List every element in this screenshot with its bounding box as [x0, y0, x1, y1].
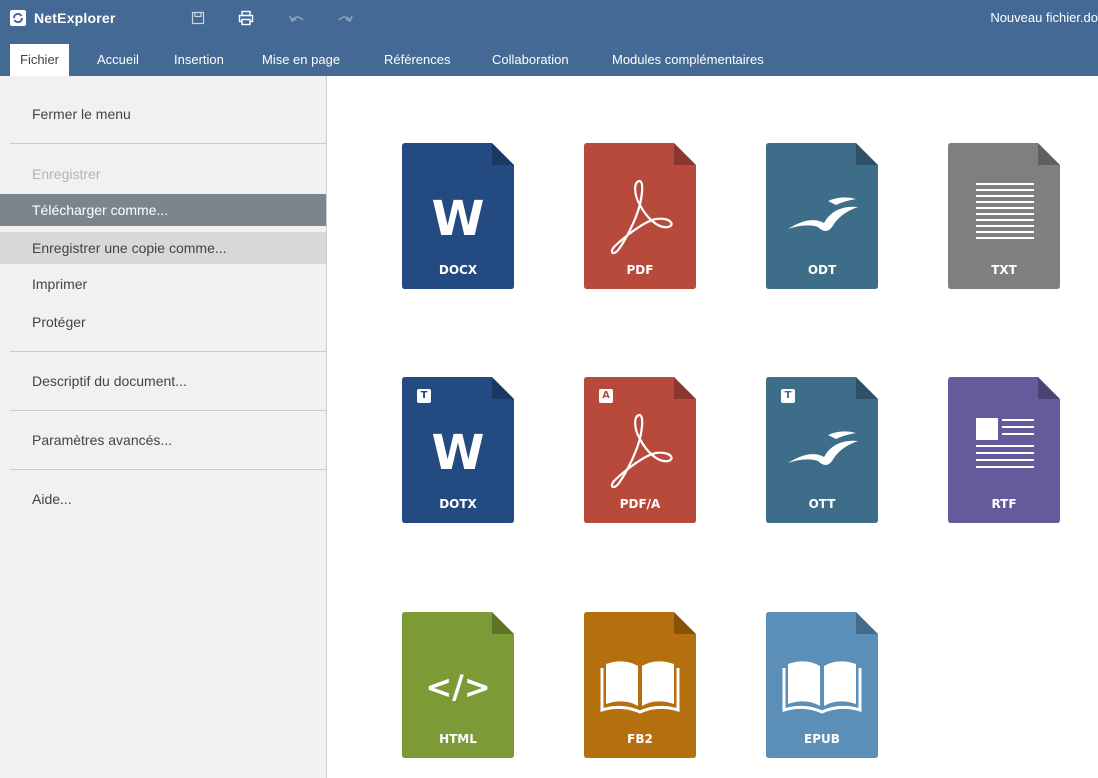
menu-divider	[10, 351, 326, 352]
format-label: PDF/A	[619, 497, 661, 511]
format-pdfa-button[interactable]: A PDF/A	[584, 377, 696, 523]
svg-text:W: W	[432, 191, 485, 247]
template-badge: T	[417, 389, 431, 403]
app-logo: NetExplorer	[10, 7, 116, 29]
format-html-button[interactable]: </> HTML	[402, 612, 514, 758]
format-label: DOTX	[439, 497, 477, 511]
format-label: PDF	[626, 263, 654, 277]
format-txt-button[interactable]: TXT	[948, 143, 1060, 289]
print-menu-item[interactable]: Imprimer	[0, 268, 326, 300]
format-fb2-button[interactable]: FB2	[584, 612, 696, 758]
template-badge: T	[781, 389, 795, 403]
format-ott-button[interactable]: T OTT	[766, 377, 878, 523]
format-rtf-button[interactable]: RTF	[948, 377, 1060, 523]
svg-text:</>: </>	[425, 668, 490, 706]
tab-mise-en-page[interactable]: Mise en page	[262, 44, 340, 76]
advanced-settings-menu-item[interactable]: Paramètres avancés...	[0, 424, 326, 456]
format-label: FB2	[627, 732, 653, 746]
tab-insertion[interactable]: Insertion	[174, 44, 224, 76]
document-info-menu-item[interactable]: Descriptif du document...	[0, 365, 326, 397]
format-label: ODT	[807, 263, 837, 277]
tab-fichier[interactable]: Fichier	[10, 44, 70, 76]
template-badge: A	[599, 389, 613, 403]
tab-collaboration[interactable]: Collaboration	[492, 44, 569, 76]
save-menu-item: Enregistrer	[32, 166, 101, 182]
format-label: RTF	[991, 497, 1017, 511]
svg-text:W: W	[432, 425, 485, 481]
tab-references[interactable]: Références	[384, 44, 450, 76]
format-label: TXT	[991, 263, 1017, 277]
format-label: DOCX	[438, 263, 478, 277]
netexplorer-logo-icon	[10, 10, 26, 26]
format-odt-button[interactable]: ODT	[766, 143, 878, 289]
tab-accueil[interactable]: Accueil	[97, 44, 139, 76]
save-copy-as-menu-item[interactable]: Enregistrer une copie comme...	[0, 232, 326, 264]
undo-icon[interactable]	[288, 9, 306, 27]
format-label: OTT	[808, 497, 836, 511]
help-menu-item[interactable]: Aide...	[0, 483, 326, 515]
document-title: Nouveau fichier.do	[990, 10, 1098, 25]
app-name: NetExplorer	[34, 10, 116, 26]
format-dotx-button[interactable]: W T DOTX	[402, 377, 514, 523]
format-pdf-button[interactable]: PDF	[584, 143, 696, 289]
ribbon-tabs: Fichier Accueil Insertion Mise en page R…	[0, 36, 1098, 76]
close-menu-item[interactable]: Fermer le menu	[0, 98, 326, 130]
menu-divider	[10, 143, 326, 144]
format-docx-button[interactable]: W DOCX	[402, 143, 514, 289]
format-label: EPUB	[804, 732, 840, 746]
print-icon[interactable]	[237, 9, 255, 27]
tab-modules-complementaires[interactable]: Modules complémentaires	[612, 44, 764, 76]
protect-menu-item[interactable]: Protéger	[0, 306, 326, 338]
file-menu-panel: Fermer le menu Enregistrer Télécharger c…	[0, 76, 327, 778]
title-bar: NetExplorer Nouveau fichier.do	[0, 0, 1098, 36]
format-epub-button[interactable]: EPUB	[766, 612, 878, 758]
format-label: HTML	[439, 732, 477, 746]
menu-divider	[10, 410, 326, 411]
redo-icon[interactable]	[336, 9, 354, 27]
save-icon[interactable]	[189, 9, 207, 27]
menu-divider	[10, 469, 326, 470]
download-as-menu-item[interactable]: Télécharger comme...	[0, 194, 326, 226]
